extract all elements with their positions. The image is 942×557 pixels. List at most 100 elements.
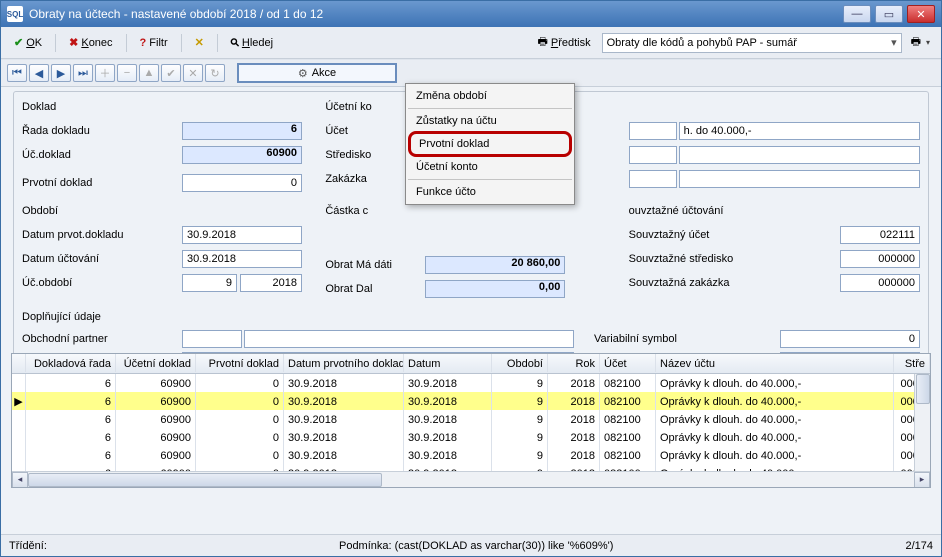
- field-souv-ucet[interactable]: [840, 226, 920, 244]
- col-datum[interactable]: Datum: [404, 354, 492, 372]
- field-zakazka-code[interactable]: [629, 170, 677, 188]
- table-row[interactable]: ▶660900030.9.201830.9.201892018082100Opr…: [12, 392, 930, 410]
- window-title: Obraty na účtech - nastavené období 2018…: [29, 7, 843, 21]
- lbl-dopl: Doplňující údaje: [22, 311, 182, 323]
- field-ucobd-m[interactable]: [182, 274, 237, 292]
- toolbar-main: ✔OOKK ✖Konec ?Filtr ✕ Hledej Předtisk Ob…: [1, 27, 941, 59]
- data-grid[interactable]: Dokladová řada Účetní doklad Prvotní dok…: [11, 353, 931, 488]
- menu-funkce-ucto[interactable]: Funkce účto: [408, 182, 572, 202]
- nav-add-button[interactable]: ＋: [95, 64, 115, 82]
- field-obchpart-code[interactable]: [182, 330, 242, 348]
- col-obdobi[interactable]: Období: [492, 354, 548, 372]
- field-ucobd-r[interactable]: [240, 274, 302, 292]
- col-prvotni-doklad[interactable]: Prvotní doklad: [196, 354, 284, 372]
- titlebar[interactable]: SQL Obraty na účtech - nastavené období …: [1, 1, 941, 27]
- field-obratmd: 20 860,00: [425, 256, 565, 274]
- col-stredisko[interactable]: Stře: [894, 354, 930, 372]
- lbl-souv-uct: ouvztažné účtování: [629, 205, 759, 217]
- lbl-ucdoklad: Úč.doklad: [22, 149, 182, 161]
- col-dokladova-rada[interactable]: Dokladová řada: [26, 354, 116, 372]
- hscroll-thumb[interactable]: [28, 473, 382, 487]
- field-souv-zak[interactable]: [840, 274, 920, 292]
- nav-last-button[interactable]: ⏭: [73, 64, 93, 82]
- field-zakazka-desc[interactable]: [679, 170, 920, 188]
- table-row[interactable]: 660900030.9.201830.9.201892018082100Oprá…: [12, 428, 930, 446]
- grid-header: Dokladová řada Účetní doklad Prvotní dok…: [12, 354, 930, 374]
- col-ucetni-doklad[interactable]: Účetní doklad: [116, 354, 196, 372]
- vertical-scrollbar[interactable]: [914, 374, 930, 471]
- lbl-souv-ucet: Souvztažný účet: [629, 229, 759, 241]
- field-obchpart-name[interactable]: [244, 330, 574, 348]
- field-prvotni[interactable]: [182, 174, 302, 192]
- lbl-prvotni: Prvotní doklad: [22, 177, 182, 189]
- menu-zustatky[interactable]: Zůstatky na účtu: [408, 111, 572, 131]
- lbl-rada: Řada dokladu: [22, 125, 182, 137]
- table-row[interactable]: 660900030.9.201830.9.201892018082100Oprá…: [12, 410, 930, 428]
- nav-edit-button[interactable]: ▲: [139, 64, 159, 82]
- lbl-dat-uct: Datum účtování: [22, 253, 182, 265]
- hledej-button[interactable]: Hledej: [224, 33, 280, 52]
- minimize-button[interactable]: —: [843, 5, 871, 23]
- field-obratdal: 0,00: [425, 280, 565, 298]
- filtr-button[interactable]: ?Filtr: [133, 34, 175, 52]
- field-dat-prvot[interactable]: [182, 226, 302, 244]
- nav-post-button[interactable]: ✔: [161, 64, 181, 82]
- table-row[interactable]: 660900030.9.201830.9.201892018082100Oprá…: [12, 446, 930, 464]
- hscroll-left[interactable]: ◂: [12, 472, 28, 488]
- lbl-varsym: Variabilní symbol: [594, 333, 694, 345]
- field-ucet-desc[interactable]: [679, 122, 920, 140]
- col-ucet[interactable]: Účet: [600, 354, 656, 372]
- nav-cancel-button[interactable]: ✕: [183, 64, 203, 82]
- field-stredisko-code[interactable]: [629, 146, 677, 164]
- table-row[interactable]: 660900030.9.201830.9.201892018082100Oprá…: [12, 374, 930, 392]
- predtisk-value: Obraty dle kódů a pohybů PAP - sumář: [607, 37, 797, 49]
- menu-zmena-obdobi[interactable]: Změna období: [408, 86, 572, 106]
- status-pager: 2/174: [905, 540, 933, 552]
- predtisk-button[interactable]: Předtisk: [530, 30, 597, 55]
- akce-button[interactable]: Akce: [237, 63, 397, 83]
- field-souv-str[interactable]: [840, 250, 920, 268]
- lbl-obdobi: Období: [22, 205, 182, 217]
- lbl-obratdal: Obrat Dal: [325, 283, 425, 295]
- menu-prvotni-doklad[interactable]: Prvotní doklad: [408, 131, 572, 157]
- ok-button[interactable]: ✔OOKK: [7, 33, 49, 52]
- lbl-souv-str: Souvztažné středisko: [629, 253, 759, 265]
- nav-next-button[interactable]: ▶: [51, 64, 71, 82]
- grid-body[interactable]: 660900030.9.201830.9.201892018082100Oprá…: [12, 374, 930, 471]
- nav-del-button[interactable]: −: [117, 64, 137, 82]
- field-ucet-code[interactable]: [629, 122, 677, 140]
- field-stredisko-desc[interactable]: [679, 146, 920, 164]
- maximize-button[interactable]: ▭: [875, 5, 903, 23]
- print-button[interactable]: [906, 31, 935, 54]
- close-button[interactable]: ✕: [907, 5, 935, 23]
- nav-refresh-button[interactable]: ↻: [205, 64, 225, 82]
- field-ucdoklad: 60900: [182, 146, 302, 164]
- check-icon: ✔: [14, 36, 23, 49]
- search-icon: [231, 36, 239, 49]
- field-varsym[interactable]: [780, 330, 920, 348]
- akce-menu: Změna období Zůstatky na účtu Prvotní do…: [405, 83, 575, 205]
- status-trideni: Třídění:: [9, 540, 47, 552]
- filter-x-icon: ✕: [195, 36, 204, 49]
- nav-first-button[interactable]: ⏮: [7, 64, 27, 82]
- col-nazev[interactable]: Název účtu: [656, 354, 894, 372]
- lbl-obratmd: Obrat Má dáti: [325, 259, 425, 271]
- content-area: Změna období Zůstatky na účtu Prvotní do…: [1, 87, 941, 534]
- cancel-filter-button[interactable]: ✕: [188, 33, 211, 52]
- menu-ucetni-konto[interactable]: Účetní konto: [408, 157, 572, 177]
- konec-button[interactable]: ✖Konec: [62, 33, 119, 52]
- nav-prev-button[interactable]: ◀: [29, 64, 49, 82]
- question-icon: ?: [140, 37, 147, 49]
- col-datum-prvot[interactable]: Datum prvotního dokladu: [284, 354, 404, 372]
- printer-icon: [537, 33, 547, 52]
- lbl-obchpart: Obchodní partner: [22, 333, 182, 345]
- x-icon: ✖: [69, 36, 78, 49]
- col-rok[interactable]: Rok: [548, 354, 600, 372]
- predtisk-select[interactable]: Obraty dle kódů a pohybů PAP - sumář: [602, 33, 902, 53]
- field-dat-uct[interactable]: [182, 250, 302, 268]
- vscroll-thumb[interactable]: [916, 374, 930, 404]
- field-rada: 6: [182, 122, 302, 140]
- table-row[interactable]: 660900030.9.201830.9.201892018082100Oprá…: [12, 464, 930, 471]
- horizontal-scrollbar[interactable]: ◂ ▸: [12, 471, 930, 487]
- hscroll-right[interactable]: ▸: [914, 472, 930, 488]
